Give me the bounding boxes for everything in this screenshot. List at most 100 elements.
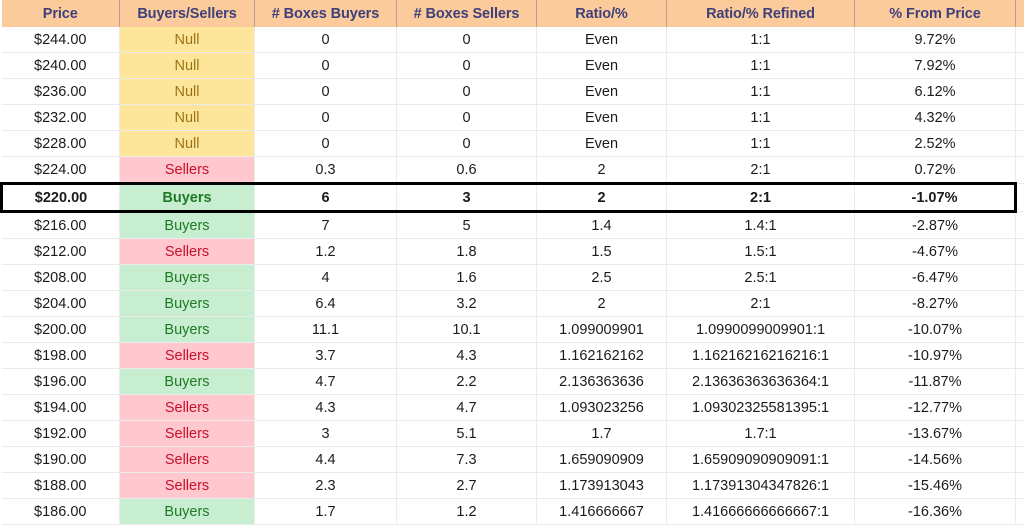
cell-buyers-sellers[interactable]: Null	[120, 27, 255, 53]
cell-ratio-refined[interactable]: 2.5:1	[667, 265, 855, 291]
cell-ratio-refined[interactable]: 1.17391304347826:1	[667, 473, 855, 499]
cell-price[interactable]: $240.00	[2, 53, 120, 79]
table-row[interactable]: $190.00Sellers4.47.31.6590909091.6590909…	[2, 447, 1024, 473]
cell-boxes-buyers[interactable]: 0.3	[255, 157, 397, 184]
cell-pct-from-price[interactable]: -15.46%	[855, 473, 1016, 499]
cell-ratio[interactable]: 2.5	[537, 265, 667, 291]
cell-price[interactable]: $192.00	[2, 421, 120, 447]
cell-ratio-refined[interactable]: 2:1	[667, 184, 855, 212]
cell-price[interactable]: $198.00	[2, 343, 120, 369]
cell-boxes-sellers[interactable]: 0	[397, 27, 537, 53]
cell-price[interactable]: $212.00	[2, 239, 120, 265]
cell-buyers-sellers[interactable]: Sellers	[120, 473, 255, 499]
cell-pct-from-price[interactable]: -16.36%	[855, 499, 1016, 525]
cell-boxes-sellers[interactable]: 3	[397, 184, 537, 212]
cell-price[interactable]: $186.00	[2, 499, 120, 525]
table-row[interactable]: $240.00Null00Even1:17.92%	[2, 53, 1024, 79]
cell-boxes-sellers[interactable]: 1.6	[397, 265, 537, 291]
table-row[interactable]: $216.00Buyers751.41.4:1-2.87%	[2, 212, 1024, 239]
cell-ratio-refined[interactable]: 1.09302325581395:1	[667, 395, 855, 421]
cell-ratio[interactable]: 2	[537, 291, 667, 317]
cell-boxes-sellers[interactable]: 4.7	[397, 395, 537, 421]
table-row[interactable]: $192.00Sellers35.11.71.7:1-13.67%	[2, 421, 1024, 447]
cell-ratio-refined[interactable]: 1:1	[667, 131, 855, 157]
cell-boxes-buyers[interactable]: 0	[255, 79, 397, 105]
cell-pct-from-price[interactable]: 6.12%	[855, 79, 1016, 105]
cell-boxes-sellers[interactable]: 0	[397, 105, 537, 131]
cell-ratio-refined[interactable]: 2.13636363636364:1	[667, 369, 855, 395]
cell-buyers-sellers[interactable]: Sellers	[120, 239, 255, 265]
cell-boxes-buyers[interactable]: 7	[255, 212, 397, 239]
column-header-ratio[interactable]: Ratio/%	[537, 0, 667, 27]
cell-price[interactable]: $194.00	[2, 395, 120, 421]
cell-boxes-sellers[interactable]: 5.1	[397, 421, 537, 447]
cell-pct-from-price[interactable]: -11.87%	[855, 369, 1016, 395]
cell-price[interactable]: $190.00	[2, 447, 120, 473]
cell-boxes-buyers[interactable]: 4	[255, 265, 397, 291]
table-row[interactable]: $220.00Buyers6322:1-1.07%	[2, 184, 1024, 212]
cell-ratio[interactable]: Even	[537, 131, 667, 157]
cell-buyers-sellers[interactable]: Sellers	[120, 447, 255, 473]
cell-price[interactable]: $236.00	[2, 79, 120, 105]
cell-boxes-buyers[interactable]: 6	[255, 184, 397, 212]
cell-pct-from-price[interactable]: -8.27%	[855, 291, 1016, 317]
cell-ratio[interactable]: 2.136363636	[537, 369, 667, 395]
column-header-ratio-refined[interactable]: Ratio/% Refined	[667, 0, 855, 27]
cell-price[interactable]: $220.00	[2, 184, 120, 212]
cell-boxes-buyers[interactable]: 4.7	[255, 369, 397, 395]
cell-boxes-buyers[interactable]: 1.2	[255, 239, 397, 265]
cell-buyers-sellers[interactable]: Buyers	[120, 265, 255, 291]
cell-ratio[interactable]: Even	[537, 79, 667, 105]
cell-pct-from-price[interactable]: 4.32%	[855, 105, 1016, 131]
cell-price[interactable]: $216.00	[2, 212, 120, 239]
cell-ratio-refined[interactable]: 1.41666666666667:1	[667, 499, 855, 525]
cell-ratio[interactable]: 1.162162162	[537, 343, 667, 369]
cell-buyers-sellers[interactable]: Sellers	[120, 395, 255, 421]
cell-boxes-sellers[interactable]: 0.6	[397, 157, 537, 184]
cell-buyers-sellers[interactable]: Buyers	[120, 291, 255, 317]
cell-buyers-sellers[interactable]: Sellers	[120, 343, 255, 369]
table-row[interactable]: $186.00Buyers1.71.21.4166666671.41666666…	[2, 499, 1024, 525]
cell-ratio-refined[interactable]: 1.0990099009901:1	[667, 317, 855, 343]
cell-boxes-sellers[interactable]: 7.3	[397, 447, 537, 473]
cell-price[interactable]: $196.00	[2, 369, 120, 395]
cell-ratio-refined[interactable]: 2:1	[667, 157, 855, 184]
cell-pct-from-price[interactable]: -10.07%	[855, 317, 1016, 343]
cell-boxes-sellers[interactable]: 10.1	[397, 317, 537, 343]
table-row[interactable]: $228.00Null00Even1:12.52%	[2, 131, 1024, 157]
cell-ratio[interactable]: Even	[537, 27, 667, 53]
table-row[interactable]: $224.00Sellers0.30.622:10.72%	[2, 157, 1024, 184]
cell-ratio-refined[interactable]: 1:1	[667, 27, 855, 53]
table-row[interactable]: $244.00Null00Even1:19.72%	[2, 27, 1024, 53]
cell-boxes-sellers[interactable]: 0	[397, 79, 537, 105]
cell-pct-from-price[interactable]: -12.77%	[855, 395, 1016, 421]
cell-pct-from-price[interactable]: 0.72%	[855, 157, 1016, 184]
cell-buyers-sellers[interactable]: Null	[120, 79, 255, 105]
cell-pct-from-price[interactable]: -6.47%	[855, 265, 1016, 291]
cell-boxes-sellers[interactable]: 5	[397, 212, 537, 239]
table-row[interactable]: $232.00Null00Even1:14.32%	[2, 105, 1024, 131]
cell-boxes-buyers[interactable]: 0	[255, 27, 397, 53]
cell-boxes-buyers[interactable]: 4.4	[255, 447, 397, 473]
cell-boxes-sellers[interactable]: 0	[397, 131, 537, 157]
cell-ratio-refined[interactable]: 1:1	[667, 79, 855, 105]
cell-ratio-refined[interactable]: 1:1	[667, 105, 855, 131]
table-row[interactable]: $200.00Buyers11.110.11.0990099011.099009…	[2, 317, 1024, 343]
table-row[interactable]: $208.00Buyers41.62.52.5:1-6.47%	[2, 265, 1024, 291]
cell-ratio-refined[interactable]: 1.7:1	[667, 421, 855, 447]
cell-pct-from-price[interactable]: -13.67%	[855, 421, 1016, 447]
cell-ratio[interactable]: Even	[537, 105, 667, 131]
cell-boxes-buyers[interactable]: 0	[255, 53, 397, 79]
cell-boxes-buyers[interactable]: 1.7	[255, 499, 397, 525]
cell-boxes-sellers[interactable]: 3.2	[397, 291, 537, 317]
table-row[interactable]: $236.00Null00Even1:16.12%	[2, 79, 1024, 105]
cell-pct-from-price[interactable]: 7.92%	[855, 53, 1016, 79]
cell-pct-from-price[interactable]: -1.07%	[855, 184, 1016, 212]
cell-ratio[interactable]: 1.5	[537, 239, 667, 265]
cell-boxes-sellers[interactable]: 1.8	[397, 239, 537, 265]
column-header-pct-from-price[interactable]: % From Price	[855, 0, 1016, 27]
cell-price[interactable]: $204.00	[2, 291, 120, 317]
cell-boxes-buyers[interactable]: 3	[255, 421, 397, 447]
cell-price[interactable]: $208.00	[2, 265, 120, 291]
table-row[interactable]: $198.00Sellers3.74.31.1621621621.1621621…	[2, 343, 1024, 369]
